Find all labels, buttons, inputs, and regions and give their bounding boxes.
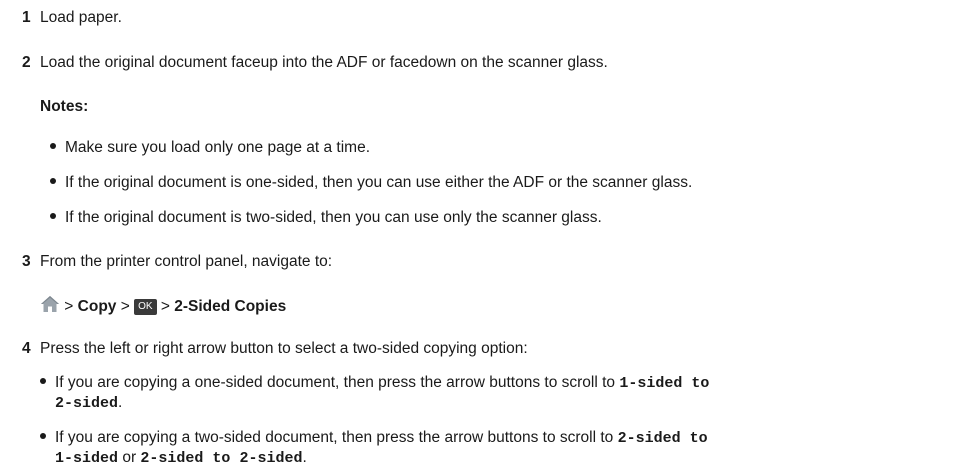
step-1: 1 Load paper. [22, 8, 122, 28]
note-text: If the original document is two-sided, t… [65, 209, 602, 226]
bullet-icon [50, 177, 56, 184]
bullet-icon [40, 432, 46, 439]
option-value: 1-sided [55, 450, 119, 467]
note-text: Make sure you load only one page at a ti… [65, 139, 371, 156]
option-text: . [118, 394, 123, 411]
bullet-icon [50, 212, 56, 219]
step-number: 1 [22, 9, 31, 26]
step-text: Load the original document faceup into t… [40, 54, 608, 71]
step-2: 2 Load the original document faceup into … [22, 53, 608, 73]
nav-separator: > [60, 298, 78, 315]
option-value: 1-sided to [619, 375, 710, 392]
step-4: 4 Press the left or right arrow button to… [22, 339, 528, 359]
navigation-path: > Copy > OK > 2-Sided Copies [40, 295, 286, 317]
option-value: 2-sided to 2-sided [140, 450, 303, 467]
step-number: 2 [22, 54, 31, 71]
bullet-icon [50, 142, 56, 149]
document-page: 1 Load paper. 2 Load the original document… [0, 0, 966, 472]
note-item: If the original document is two-sided, t… [50, 208, 602, 228]
bullet-icon [40, 377, 46, 384]
nav-copy: Copy [77, 298, 117, 315]
option-item-one-sided-cont: 2-sided. [55, 393, 122, 414]
note-item: Make sure you load only one page at a ti… [50, 138, 370, 158]
nav-separator: > [116, 298, 135, 315]
step-text: Load paper. [40, 9, 122, 26]
option-text: If you are copying a two-sided document,… [55, 429, 618, 446]
notes-heading: Notes: [40, 98, 89, 115]
step-3: 3 From the printer control panel, navigat… [22, 252, 332, 272]
option-text: If you are copying a one-sided document,… [55, 374, 620, 391]
ok-button-icon: OK [134, 299, 157, 315]
step-text: From the printer control panel, navigate… [40, 253, 333, 270]
option-value: 2-sided to [617, 430, 708, 447]
home-icon [41, 296, 59, 312]
option-item-two-sided-cont: 1-sided or 2-sided to 2-sided. [55, 448, 307, 469]
option-text: or [118, 449, 141, 466]
option-item-two-sided: If you are copying a two-sided document,… [40, 428, 708, 449]
nav-two-sided-copies: 2-Sided Copies [174, 298, 287, 315]
note-item: If the original document is one-sided, t… [50, 173, 692, 193]
option-value: 2-sided [55, 395, 119, 412]
step-number: 3 [22, 253, 31, 270]
nav-separator: > [156, 298, 175, 315]
step-text: Press the left or right arrow button to … [40, 340, 528, 357]
option-text: . [302, 449, 307, 466]
step-number: 4 [22, 340, 31, 357]
option-item-one-sided: If you are copying a one-sided document,… [40, 373, 709, 394]
note-text: If the original document is one-sided, t… [65, 174, 693, 191]
